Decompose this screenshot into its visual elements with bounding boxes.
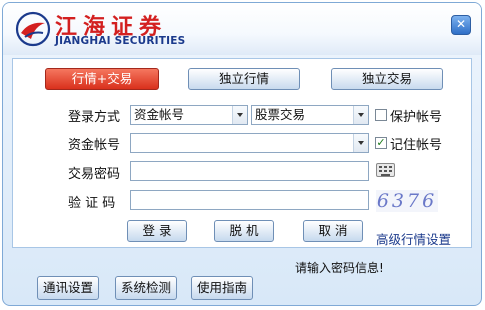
jianghai-logo-icon bbox=[15, 11, 51, 47]
comm-settings-button[interactable]: 通讯设置 bbox=[37, 276, 99, 300]
remember-account-checkbox[interactable]: ✓ bbox=[375, 137, 387, 149]
status-hint: 请输入密码信息! bbox=[295, 261, 384, 275]
tab-quotes-and-trade[interactable]: 行情+交易 bbox=[45, 68, 159, 90]
account-type-select[interactable]: 资金帐号 bbox=[130, 105, 248, 125]
protect-account-checkbox[interactable] bbox=[375, 109, 387, 121]
advanced-quote-settings-link[interactable]: 高级行情设置 bbox=[376, 229, 451, 248]
login-button[interactable]: 登 录 bbox=[127, 220, 187, 242]
close-icon[interactable]: ✕ bbox=[451, 15, 471, 35]
captcha-label: 验 证 码 bbox=[68, 196, 116, 211]
chevron-down-icon[interactable] bbox=[353, 106, 368, 124]
logo-english-name: JIANGHAI SECURITIES bbox=[55, 35, 186, 47]
cancel-button[interactable]: 取 消 bbox=[303, 220, 363, 242]
tab-quotes-only[interactable]: 独立行情 bbox=[188, 68, 300, 90]
trade-type-value: 股票交易 bbox=[255, 107, 306, 122]
chevron-down-icon[interactable] bbox=[353, 134, 368, 152]
system-check-button[interactable]: 系统检测 bbox=[115, 276, 177, 300]
login-window: 江海证券 JIANGHAI SECURITIES ✕ 行情+交易 独立行情 独立… bbox=[2, 2, 482, 306]
tab-trade-only[interactable]: 独立交易 bbox=[331, 68, 443, 90]
chevron-down-icon[interactable] bbox=[232, 106, 247, 124]
protect-account-label: 保护帐号 bbox=[390, 110, 443, 125]
captcha-image[interactable]: 6376 bbox=[376, 190, 438, 212]
password-input[interactable] bbox=[130, 161, 369, 181]
account-label: 资金帐号 bbox=[68, 138, 121, 153]
captcha-input[interactable] bbox=[130, 190, 369, 210]
window-header: 江海证券 JIANGHAI SECURITIES ✕ bbox=[3, 3, 481, 55]
password-label: 交易密码 bbox=[68, 167, 121, 182]
login-panel: 行情+交易 独立行情 独立交易 登录方式 资金帐号 股票交易 保护帐号 资金帐号… bbox=[12, 58, 472, 248]
offline-button[interactable]: 脱 机 bbox=[214, 220, 274, 242]
login-type-label: 登录方式 bbox=[68, 110, 121, 125]
user-guide-button[interactable]: 使用指南 bbox=[191, 276, 253, 300]
trade-type-select[interactable]: 股票交易 bbox=[251, 105, 369, 125]
account-input[interactable] bbox=[130, 133, 369, 153]
account-type-value: 资金帐号 bbox=[134, 107, 185, 122]
soft-keyboard-icon[interactable] bbox=[376, 163, 395, 177]
remember-account-label: 记住帐号 bbox=[390, 138, 443, 153]
